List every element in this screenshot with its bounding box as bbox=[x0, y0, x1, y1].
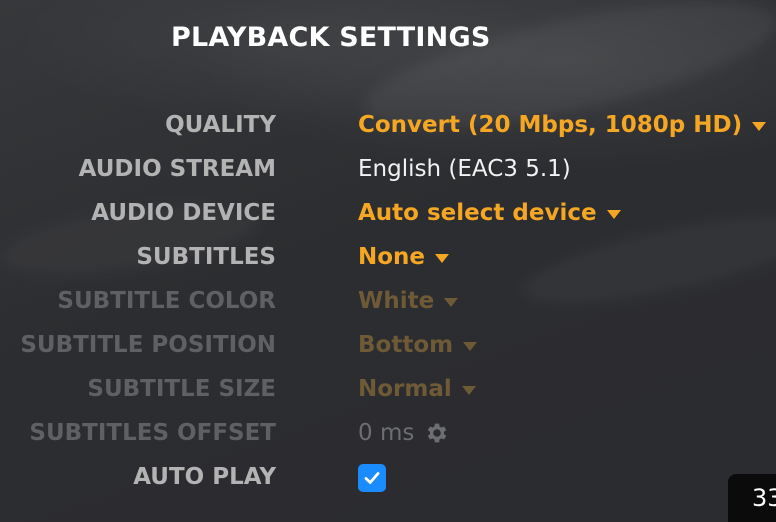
subtitles-dropdown[interactable]: None bbox=[358, 244, 450, 270]
subtitles-offset-text: 0 ms bbox=[358, 420, 415, 446]
gear-icon bbox=[424, 420, 450, 446]
page-title: PLAYBACK SETTINGS bbox=[171, 22, 491, 53]
caret-down-icon bbox=[461, 385, 476, 395]
quality-value: Convert (20 Mbps, 1080p HD) bbox=[358, 112, 743, 138]
setting-label: AUDIO STREAM bbox=[78, 156, 276, 182]
audio-stream-value: English (EAC3 5.1) bbox=[358, 156, 571, 182]
setting-label: QUALITY bbox=[165, 112, 276, 138]
setting-label: AUTO PLAY bbox=[133, 464, 276, 490]
setting-row-subtitles: SUBTITLES None bbox=[0, 238, 776, 278]
subtitle-position-value: Bottom bbox=[358, 332, 454, 358]
playback-settings-panel: PLAYBACK SETTINGS QUALITY Convert (20 Mb… bbox=[0, 0, 776, 522]
setting-label: SUBTITLES OFFSET bbox=[29, 420, 276, 446]
setting-row-auto-play: AUTO PLAY bbox=[0, 458, 776, 498]
subtitles-value: None bbox=[358, 244, 426, 270]
setting-row-subtitle-position: SUBTITLE POSITION Bottom bbox=[0, 326, 776, 366]
subtitle-color-dropdown: White bbox=[358, 288, 459, 314]
subtitle-size-value: Normal bbox=[358, 376, 452, 402]
counter-badge: 33 bbox=[728, 474, 776, 522]
auto-play-checkbox[interactable] bbox=[358, 464, 386, 492]
subtitle-size-dropdown: Normal bbox=[358, 376, 476, 402]
setting-label: AUDIO DEVICE bbox=[91, 200, 276, 226]
subtitle-color-value: White bbox=[358, 288, 435, 314]
setting-row-quality: QUALITY Convert (20 Mbps, 1080p HD) bbox=[0, 106, 776, 146]
setting-row-subtitle-size: SUBTITLE SIZE Normal bbox=[0, 370, 776, 410]
setting-label: SUBTITLES bbox=[136, 244, 276, 270]
caret-down-icon bbox=[606, 209, 621, 219]
quality-dropdown[interactable]: Convert (20 Mbps, 1080p HD) bbox=[358, 112, 767, 138]
caret-down-icon bbox=[444, 297, 459, 307]
setting-row-subtitles-offset: SUBTITLES OFFSET 0 ms bbox=[0, 414, 776, 454]
setting-row-audio-device: AUDIO DEVICE Auto select device bbox=[0, 194, 776, 234]
checkmark-icon bbox=[364, 472, 380, 484]
setting-row-subtitle-color: SUBTITLE COLOR White bbox=[0, 282, 776, 322]
setting-label: SUBTITLE SIZE bbox=[87, 376, 276, 402]
audio-device-value: Auto select device bbox=[358, 200, 597, 226]
caret-down-icon bbox=[435, 253, 450, 263]
subtitles-offset-value: 0 ms bbox=[358, 420, 450, 446]
setting-label: SUBTITLE POSITION bbox=[20, 332, 276, 358]
caret-down-icon bbox=[752, 121, 767, 131]
setting-row-audio-stream: AUDIO STREAM English (EAC3 5.1) bbox=[0, 150, 776, 190]
setting-label: SUBTITLE COLOR bbox=[57, 288, 276, 314]
subtitle-position-dropdown: Bottom bbox=[358, 332, 478, 358]
audio-device-dropdown[interactable]: Auto select device bbox=[358, 200, 621, 226]
caret-down-icon bbox=[463, 341, 478, 351]
audio-stream-text: English (EAC3 5.1) bbox=[358, 156, 571, 182]
